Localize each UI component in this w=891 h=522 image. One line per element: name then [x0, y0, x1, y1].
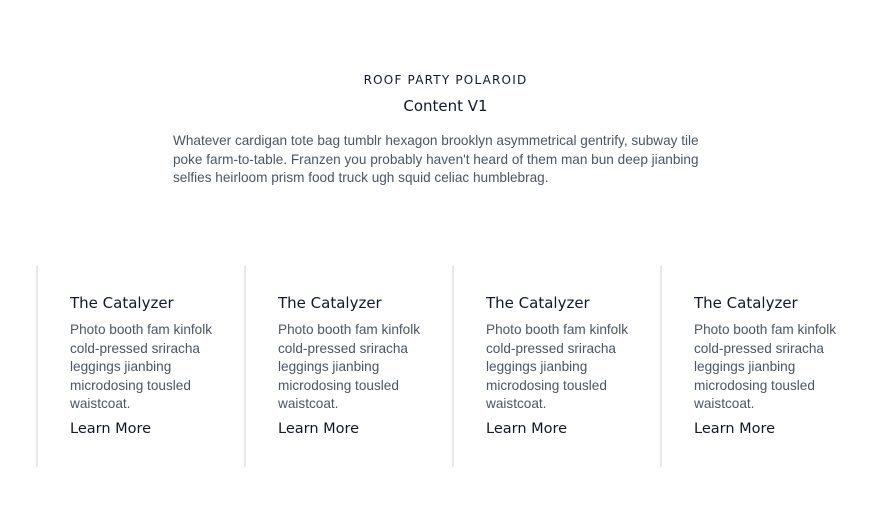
feature-card: The Catalyzer Photo booth fam kinfolk co…: [452, 266, 660, 467]
feature-card: The Catalyzer Photo booth fam kinfolk co…: [36, 266, 244, 467]
card-description: Photo booth fam kinfolk cold-pressed sri…: [278, 322, 421, 412]
learn-more-link[interactable]: Learn More: [278, 419, 359, 439]
section-description: Whatever cardigan tote bag tumblr hexago…: [173, 133, 699, 186]
feature-card: The Catalyzer Photo booth fam kinfolk co…: [244, 266, 452, 467]
card-title: The Catalyzer: [486, 294, 590, 312]
card-title: The Catalyzer: [70, 294, 174, 312]
section-header: ROOF PARTY POLAROID Content V1: [0, 72, 891, 116]
card-title: The Catalyzer: [694, 294, 798, 312]
section-eyebrow: ROOF PARTY POLAROID: [363, 73, 528, 87]
card-title: The Catalyzer: [278, 294, 382, 312]
learn-more-link[interactable]: Learn More: [486, 419, 567, 439]
learn-more-link[interactable]: Learn More: [694, 419, 775, 439]
card-description: Photo booth fam kinfolk cold-pressed sri…: [694, 322, 837, 412]
card-description: Photo booth fam kinfolk cold-pressed sri…: [486, 322, 629, 412]
section-title: Content V1: [403, 97, 488, 115]
card-description: Photo booth fam kinfolk cold-pressed sri…: [70, 322, 213, 412]
feature-card: The Catalyzer Photo booth fam kinfolk co…: [660, 266, 868, 467]
learn-more-link[interactable]: Learn More: [70, 419, 151, 439]
feature-cards: The Catalyzer Photo booth fam kinfolk co…: [36, 266, 868, 467]
